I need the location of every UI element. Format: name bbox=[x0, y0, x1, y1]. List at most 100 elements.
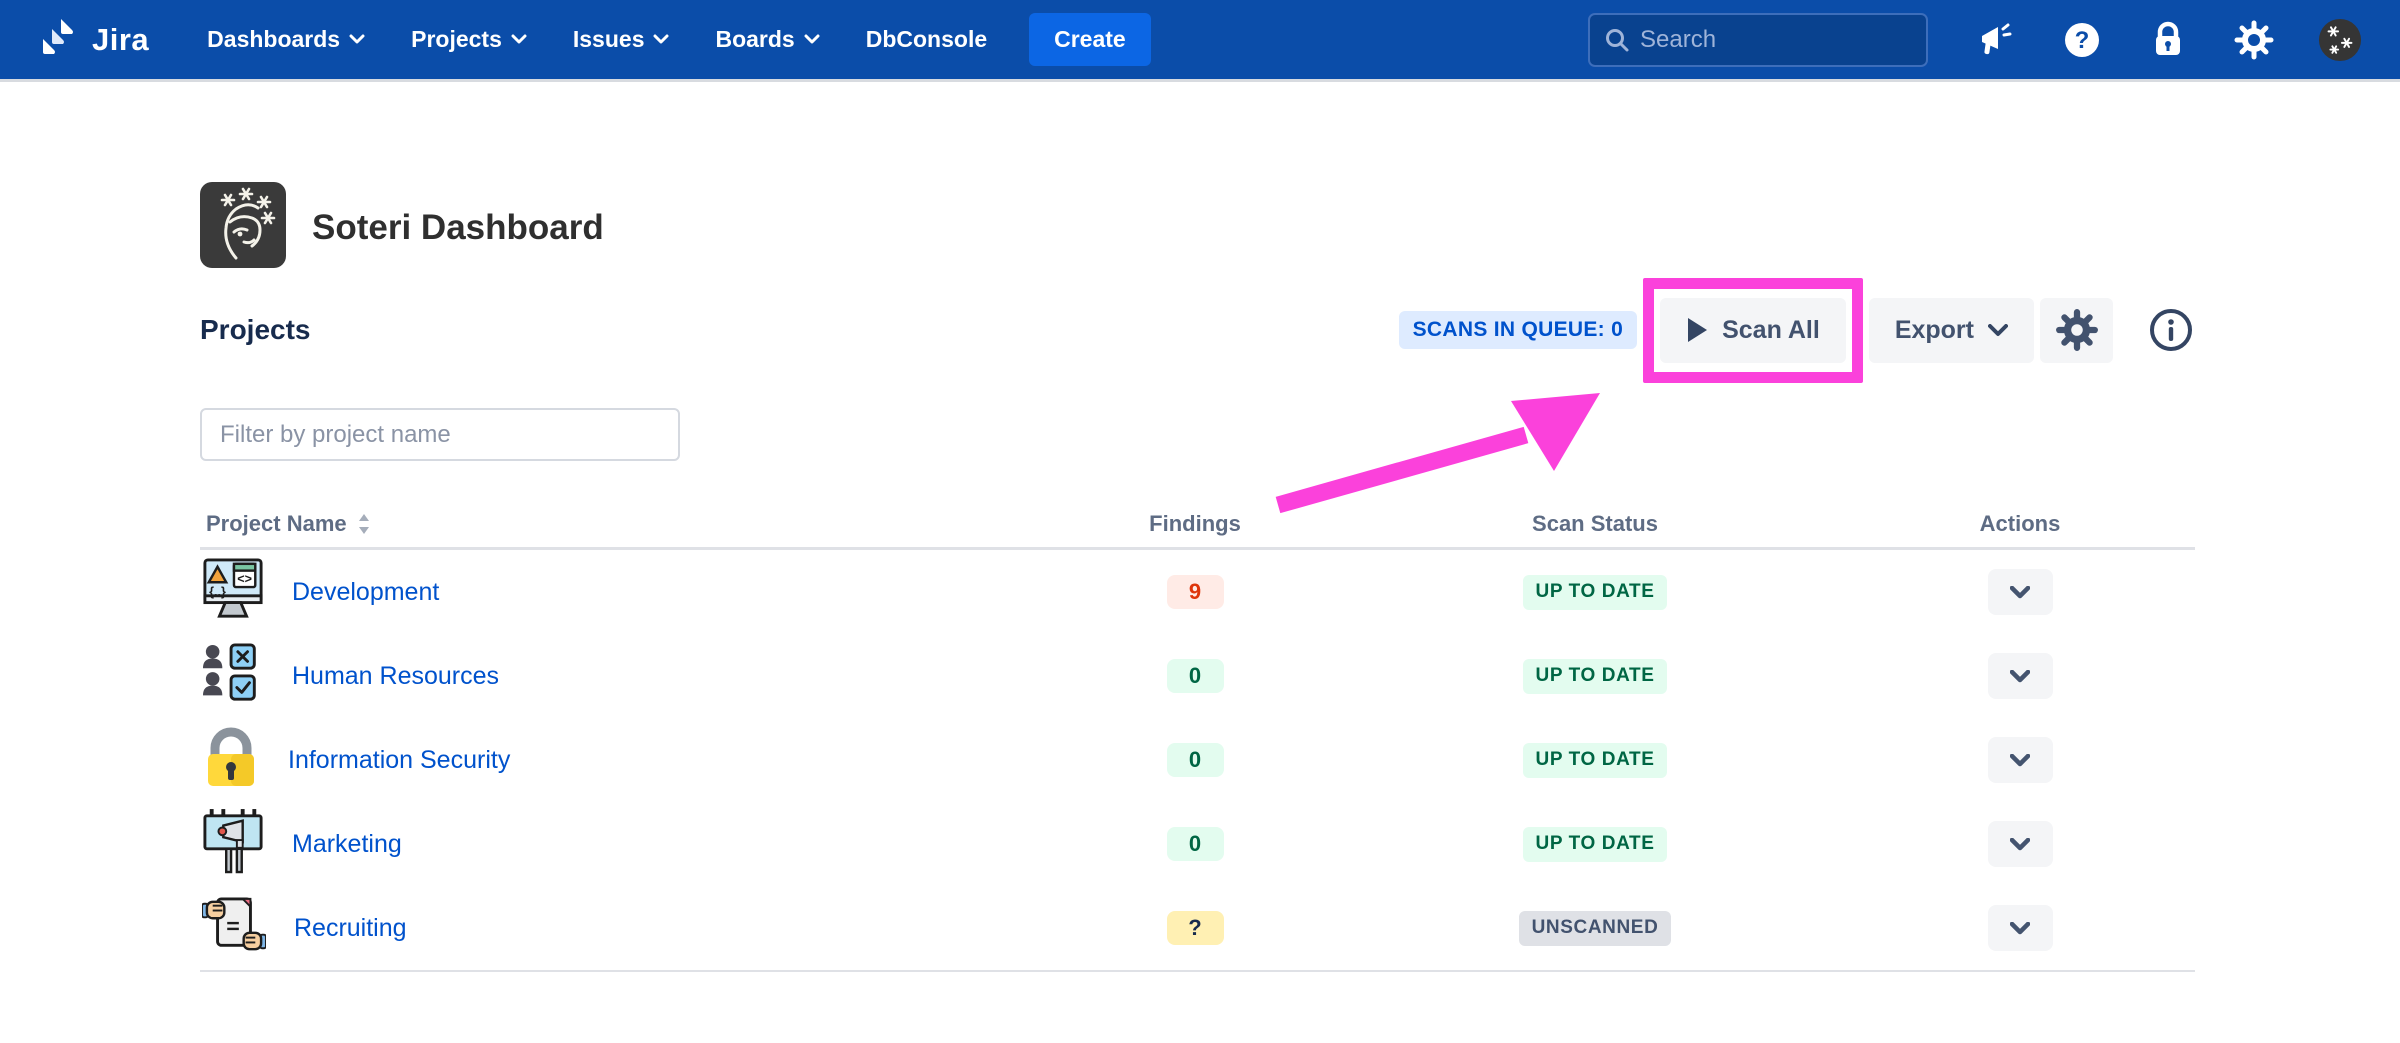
scan-status-lozenge: UP TO DATE bbox=[1523, 743, 1668, 778]
search-icon bbox=[1604, 27, 1630, 53]
column-header-project-name[interactable]: Project Name bbox=[200, 511, 1045, 537]
export-button[interactable]: Export bbox=[1869, 298, 2034, 363]
row-actions-dropdown-button[interactable] bbox=[1988, 569, 2053, 615]
sort-icon bbox=[357, 513, 371, 535]
findings-cell: 9 bbox=[1045, 575, 1345, 609]
projects-table: Project Name Findings Scan Status Action… bbox=[200, 500, 2195, 972]
create-button[interactable]: Create bbox=[1029, 13, 1151, 66]
table-body: <> {..} Development 9 UP TO DATE bbox=[200, 550, 2195, 972]
jira-logo-icon bbox=[38, 15, 82, 64]
findings-cell: 0 bbox=[1045, 743, 1345, 777]
column-header-scan-status: Scan Status bbox=[1345, 511, 1845, 537]
table-row: <> {..} Development 9 UP TO DATE bbox=[200, 550, 2195, 634]
scan-all-button[interactable]: Scan All bbox=[1660, 298, 1846, 363]
scan-status-lozenge: UP TO DATE bbox=[1523, 827, 1668, 862]
project-name-cell: Human Resources bbox=[200, 643, 1045, 710]
scan-status-cell: UNSCANNED bbox=[1345, 911, 1845, 946]
project-link[interactable]: Marketing bbox=[292, 830, 402, 859]
actions-cell bbox=[1845, 821, 2195, 867]
help-icon[interactable]: ? bbox=[2060, 18, 2104, 62]
chevron-down-icon bbox=[1988, 324, 2008, 337]
profile-avatar[interactable] bbox=[2318, 18, 2362, 62]
jira-brand-label: Jira bbox=[92, 22, 149, 58]
findings-badge: ? bbox=[1167, 911, 1224, 945]
marketing-project-icon bbox=[202, 809, 264, 880]
chevron-down-icon bbox=[2010, 838, 2030, 851]
soteri-logo bbox=[200, 182, 286, 273]
toolbar: SCANS IN QUEUE: 0 Scan All Export bbox=[1399, 278, 2195, 383]
nav-item-boards[interactable]: Boards bbox=[715, 26, 819, 53]
column-header-findings: Findings bbox=[1045, 511, 1345, 537]
nav-item-issues[interactable]: Issues bbox=[573, 26, 670, 53]
information-security-project-icon bbox=[202, 727, 260, 794]
row-actions-dropdown-button[interactable] bbox=[1988, 905, 2053, 951]
scan-status-lozenge: UP TO DATE bbox=[1523, 575, 1668, 610]
human-resources-project-icon bbox=[202, 643, 264, 710]
top-navbar: Jira Dashboards Projects Issues Boards D… bbox=[0, 0, 2400, 82]
row-actions-dropdown-button[interactable] bbox=[1988, 737, 2053, 783]
row-actions-dropdown-button[interactable] bbox=[1988, 821, 2053, 867]
chevron-down-icon bbox=[511, 34, 527, 45]
project-link[interactable]: Recruiting bbox=[294, 914, 407, 943]
annotation-arrow bbox=[1268, 383, 1608, 515]
nav-item-dbconsole[interactable]: DbConsole bbox=[866, 26, 987, 53]
scan-status-cell: UP TO DATE bbox=[1345, 827, 1845, 862]
scan-status-lozenge: UNSCANNED bbox=[1519, 911, 1672, 946]
findings-cell: 0 bbox=[1045, 827, 1345, 861]
gear-icon bbox=[2055, 308, 2099, 352]
dashboard-settings-button[interactable] bbox=[2040, 298, 2113, 363]
svg-text:<>: <> bbox=[237, 572, 252, 586]
chevron-down-icon bbox=[349, 34, 365, 45]
page-title: Soteri Dashboard bbox=[312, 208, 604, 248]
scan-status-cell: UP TO DATE bbox=[1345, 659, 1845, 694]
page-header: Soteri Dashboard bbox=[200, 182, 604, 273]
row-actions-dropdown-button[interactable] bbox=[1988, 653, 2053, 699]
scan-status-lozenge: UP TO DATE bbox=[1523, 659, 1668, 694]
table-row: Recruiting ? UNSCANNED bbox=[200, 886, 2195, 970]
development-project-icon: <> {..} bbox=[202, 556, 264, 629]
info-icon bbox=[2148, 307, 2194, 353]
project-link[interactable]: Human Resources bbox=[292, 662, 499, 691]
actions-cell bbox=[1845, 905, 2195, 951]
nav-item-projects[interactable]: Projects bbox=[411, 26, 527, 53]
actions-cell bbox=[1845, 737, 2195, 783]
svg-text:?: ? bbox=[2075, 27, 2090, 54]
scans-in-queue-badge: SCANS IN QUEUE: 0 bbox=[1399, 311, 1637, 349]
chevron-down-icon bbox=[653, 34, 669, 45]
project-name-cell: Information Security bbox=[200, 727, 1045, 794]
scan-status-cell: UP TO DATE bbox=[1345, 575, 1845, 610]
table-header-row: Project Name Findings Scan Status Action… bbox=[200, 500, 2195, 550]
announcement-icon[interactable] bbox=[1974, 18, 2018, 62]
project-link[interactable]: Development bbox=[292, 578, 439, 607]
chevron-down-icon bbox=[804, 34, 820, 45]
table-row: Marketing 0 UP TO DATE bbox=[200, 802, 2195, 886]
jira-brand[interactable]: Jira bbox=[38, 15, 149, 64]
nav-icon-group: ? bbox=[1974, 18, 2362, 62]
lock-icon[interactable] bbox=[2146, 18, 2190, 62]
annotation-highlight-box: Scan All bbox=[1643, 278, 1863, 383]
scan-status-cell: UP TO DATE bbox=[1345, 743, 1845, 778]
projects-toolbar-row: Projects SCANS IN QUEUE: 0 Scan All Expo… bbox=[200, 277, 2195, 383]
project-name-cell: Marketing bbox=[200, 809, 1045, 880]
nav-menu: Dashboards Projects Issues Boards DbCons… bbox=[207, 26, 987, 53]
actions-cell bbox=[1845, 653, 2195, 699]
project-name-cell: <> {..} Development bbox=[200, 556, 1045, 629]
findings-badge: 0 bbox=[1167, 827, 1224, 861]
chevron-down-icon bbox=[2010, 670, 2030, 683]
table-row: Human Resources 0 UP TO DATE bbox=[200, 634, 2195, 718]
nav-item-dashboards[interactable]: Dashboards bbox=[207, 26, 365, 53]
search-input[interactable] bbox=[1640, 26, 1880, 54]
chevron-down-icon bbox=[2010, 586, 2030, 599]
settings-icon[interactable] bbox=[2232, 18, 2276, 62]
project-name-cell: Recruiting bbox=[200, 896, 1045, 961]
svg-text:{..}: {..} bbox=[209, 584, 226, 598]
info-button[interactable] bbox=[2147, 306, 2195, 354]
project-link[interactable]: Information Security bbox=[288, 746, 510, 775]
table-row: Information Security 0 UP TO DATE bbox=[200, 718, 2195, 802]
findings-badge: 0 bbox=[1167, 659, 1224, 693]
chevron-down-icon bbox=[2010, 754, 2030, 767]
project-filter-input[interactable] bbox=[200, 408, 680, 461]
findings-badge: 0 bbox=[1167, 743, 1224, 777]
play-icon bbox=[1686, 317, 1708, 343]
search-box[interactable] bbox=[1588, 13, 1928, 67]
